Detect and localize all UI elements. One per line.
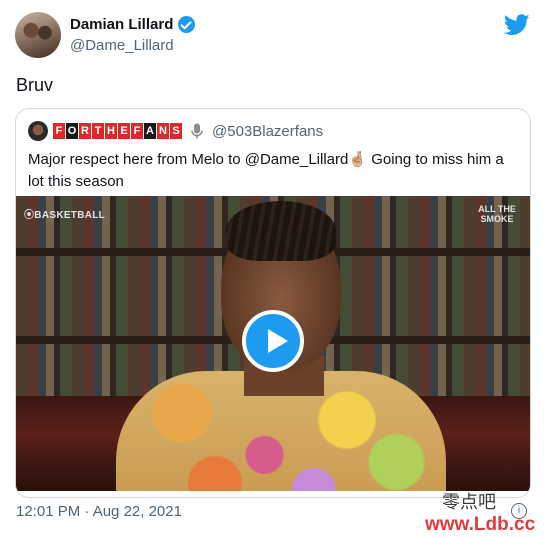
tweet-timestamp[interactable]: 12:01 PM · Aug 22, 2021 <box>16 503 182 520</box>
brand-letter: H <box>105 123 117 139</box>
quoted-tweet-card[interactable]: F O R T H E F A N S @503Blazerfans Major… <box>15 108 531 498</box>
brand-letter: A <box>144 123 156 139</box>
video-watermark-right: ALL THE SMOKE <box>478 204 516 224</box>
video-player[interactable]: ⦿BASKETBALL ALL THE SMOKE <box>16 196 530 491</box>
brand-letter: S <box>170 123 182 139</box>
fortheFans-logo: F O R T H E F A N S <box>53 123 182 139</box>
author-avatar[interactable] <box>15 12 61 58</box>
quoted-tweet-header: F O R T H E F A N S @503Blazerfans <box>28 121 323 141</box>
quoted-author-handle[interactable]: @503Blazerfans <box>212 123 323 140</box>
site-watermark-url: www.Ldb.cc <box>425 514 536 535</box>
brand-letter: F <box>53 123 65 139</box>
author-name-row[interactable]: Damian Lillard <box>70 16 196 33</box>
verified-badge-icon <box>178 16 196 33</box>
brand-letter: T <box>92 123 104 139</box>
author-handle[interactable]: @Dame_Lillard <box>70 37 174 54</box>
quoted-author-avatar[interactable] <box>28 121 48 141</box>
video-person-hair <box>226 201 336 261</box>
video-watermark-left: ⦿BASKETBALL <box>24 210 106 221</box>
play-button-icon[interactable] <box>242 310 304 372</box>
brand-letter: E <box>118 123 130 139</box>
microphone-icon <box>191 123 203 139</box>
brand-letter: O <box>66 123 78 139</box>
quoted-tweet-text: Major respect here from Melo to @Dame_Li… <box>28 151 504 190</box>
brand-letter: N <box>157 123 169 139</box>
twitter-bird-icon[interactable] <box>504 14 530 36</box>
site-watermark-cn: 零点吧 <box>442 492 496 513</box>
brand-letter: F <box>131 123 143 139</box>
brand-letter: R <box>79 123 91 139</box>
tweet-text: Bruv <box>16 75 54 95</box>
author-display-name[interactable]: Damian Lillard <box>70 16 173 33</box>
